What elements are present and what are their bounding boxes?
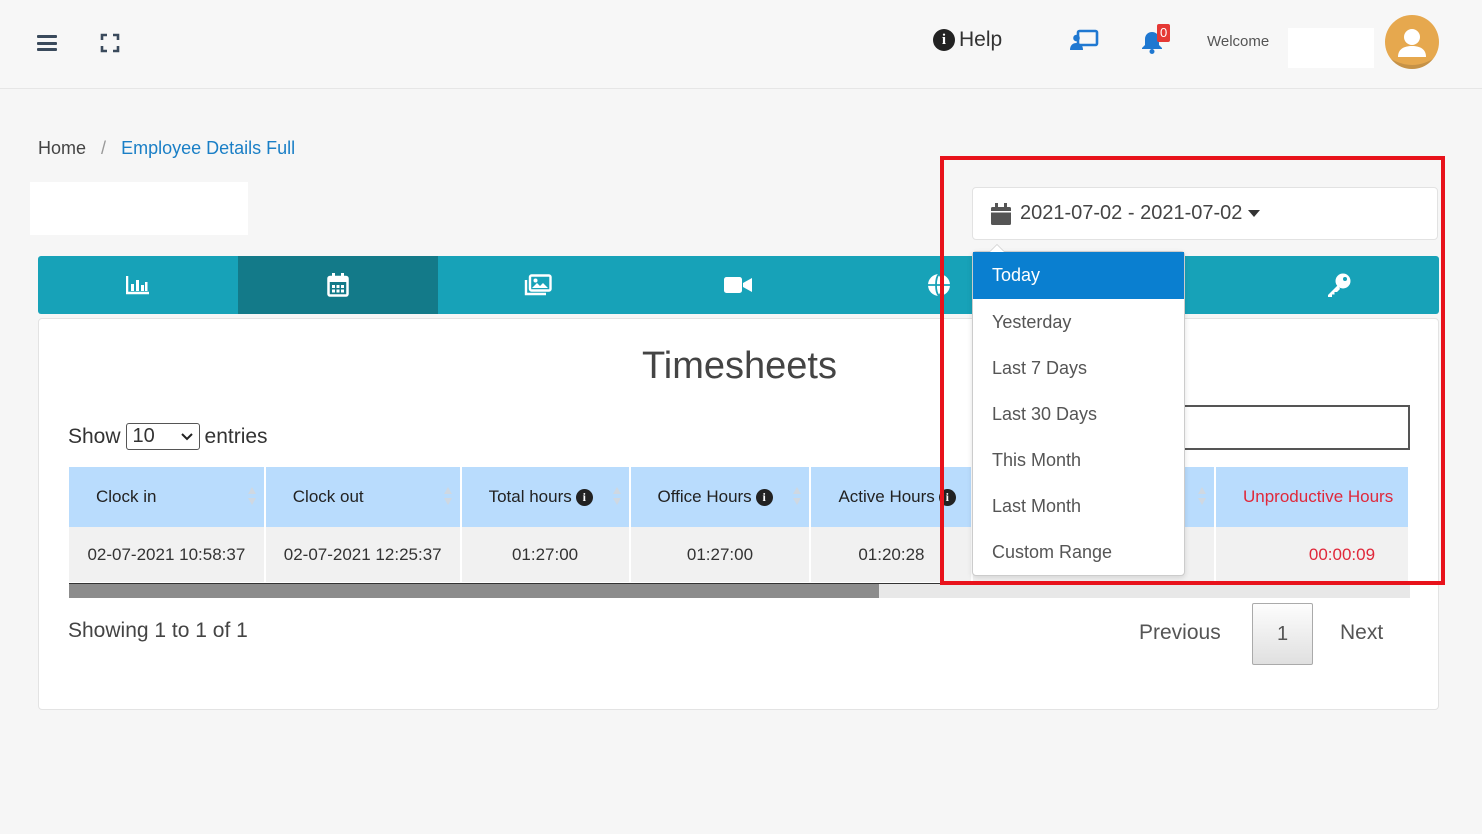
show-label: Show	[68, 424, 121, 448]
breadcrumb-home[interactable]: Home	[38, 138, 86, 158]
sort-icon	[443, 487, 452, 507]
sort-icon	[612, 487, 621, 507]
info-icon[interactable]: i	[755, 489, 773, 507]
help-label: Help	[959, 28, 1003, 51]
column-header-office-hours[interactable]: Office Hours i	[629, 467, 812, 527]
info-icon: i	[933, 29, 955, 51]
breadcrumb-separator: /	[101, 138, 107, 158]
show-entries-control: Show 10 entries	[68, 423, 268, 450]
chevron-down-icon	[180, 432, 193, 440]
scrollbar-thumb[interactable]	[69, 584, 879, 598]
breadcrumb-current[interactable]: Employee Details Full	[121, 138, 295, 158]
column-label: Office Hours	[657, 487, 752, 506]
video-camera-icon	[724, 277, 753, 293]
top-bar: i Help 0 Welcome	[0, 0, 1482, 89]
column-label: Clock out	[292, 487, 364, 506]
horizontal-scrollbar[interactable]	[69, 583, 1410, 598]
avatar[interactable]	[1385, 15, 1439, 69]
highlight-box	[940, 156, 1445, 585]
entries-value: 10	[132, 425, 155, 447]
tab-screenshots[interactable]	[438, 256, 638, 314]
column-label: Clock in	[96, 487, 157, 506]
page-button-1[interactable]: 1	[1252, 603, 1313, 665]
sort-icon	[793, 487, 802, 507]
fullscreen-icon[interactable]	[100, 33, 120, 53]
next-button[interactable]: Next	[1340, 621, 1383, 645]
calendar-icon	[327, 273, 349, 297]
username-box	[1288, 28, 1374, 68]
notification-badge: 0	[1157, 24, 1171, 42]
column-label: Total hours	[488, 487, 572, 506]
images-icon	[525, 274, 553, 296]
info-icon[interactable]: i	[575, 489, 593, 507]
user-icon	[1385, 29, 1439, 69]
showing-info: Showing 1 to 1 of 1	[68, 619, 248, 642]
sort-icon	[247, 487, 256, 507]
tab-productivity[interactable]	[38, 256, 238, 314]
column-header-clock-in[interactable]: Clock in	[69, 467, 266, 527]
previous-button[interactable]: Previous	[1139, 621, 1221, 645]
cell-clock-in: 02-07-2021 10:58:37	[69, 527, 266, 582]
remote-screen-icon[interactable]	[1070, 29, 1100, 53]
column-header-total-hours[interactable]: Total hours i	[460, 467, 631, 527]
cell-clock-out: 02-07-2021 12:25:37	[264, 527, 462, 582]
bar-chart-icon	[126, 276, 150, 295]
cell-office-hours: 01:27:00	[629, 527, 812, 582]
tab-videos[interactable]	[638, 256, 838, 314]
welcome-label: Welcome	[1207, 33, 1270, 50]
entries-label: entries	[204, 424, 268, 448]
cell-total-hours: 01:27:00	[460, 527, 631, 582]
tab-timesheets[interactable]	[238, 256, 439, 314]
hamburger-menu-icon[interactable]	[37, 35, 57, 51]
entries-select[interactable]: 10	[125, 423, 200, 450]
column-header-clock-out[interactable]: Clock out	[264, 467, 462, 527]
breadcrumb: Home / Employee Details Full	[38, 138, 295, 159]
column-label: Active Hours	[838, 487, 935, 506]
help-link[interactable]: i Help	[933, 28, 1002, 52]
employee-name-box	[30, 182, 248, 235]
